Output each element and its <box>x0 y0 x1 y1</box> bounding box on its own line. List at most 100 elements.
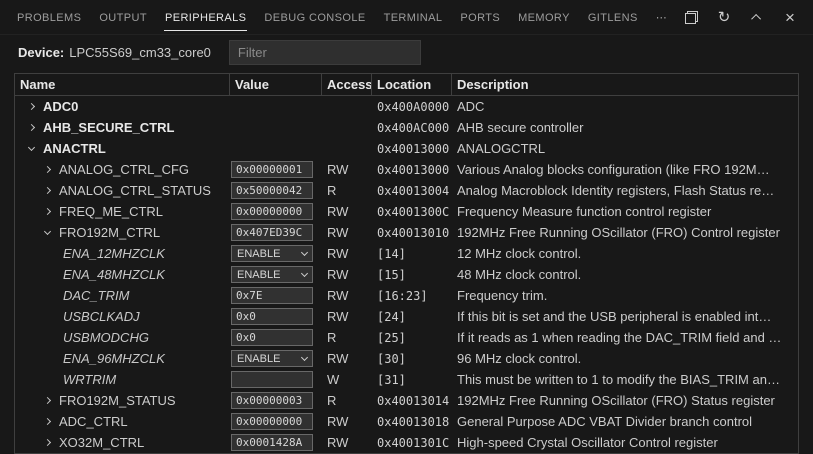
chevron-right-icon[interactable] <box>44 418 51 425</box>
field-name: WRTRIM <box>63 372 116 387</box>
value-input[interactable] <box>231 371 313 388</box>
name-cell: FRO192M_STATUS <box>15 390 229 411</box>
description-value: High-speed Crystal Oscillator Control re… <box>451 432 798 453</box>
register-name: FRO192M_CTRL <box>59 225 160 240</box>
maximize-panel-button[interactable] <box>748 8 766 26</box>
table-row[interactable]: USBMODCHGR[25]If it reads as 1 when read… <box>15 327 798 348</box>
tab-problems[interactable]: PROBLEMS <box>16 5 82 31</box>
value-cell <box>229 138 321 159</box>
location-value: [31] <box>371 369 451 390</box>
table-row[interactable]: WRTRIMW[31]This must be written to 1 to … <box>15 369 798 390</box>
name-cell: USBCLKADJ <box>15 306 229 327</box>
filter-input[interactable] <box>229 40 421 65</box>
value-select[interactable]: ENABLE <box>231 350 313 367</box>
column-header-value: Value <box>229 74 321 95</box>
value-cell <box>229 180 321 201</box>
register-name: ANACTRL <box>43 141 106 156</box>
value-cell: ENABLE <box>229 243 321 264</box>
value-input[interactable] <box>231 392 313 409</box>
access-value: R <box>321 390 371 411</box>
tab-debug-console[interactable]: DEBUG CONSOLE <box>263 5 366 31</box>
value-input[interactable] <box>231 329 313 346</box>
access-value <box>321 96 371 117</box>
location-value: 0x400AC000 <box>371 117 451 138</box>
register-name: ADC0 <box>43 99 78 114</box>
tab-memory[interactable]: MEMORY <box>517 5 571 31</box>
description-value: 12 MHz clock control. <box>451 243 798 264</box>
value-cell <box>229 117 321 138</box>
table-row[interactable]: XO32M_CTRLRW0x4001301CHigh-speed Crystal… <box>15 432 798 453</box>
value-input[interactable] <box>231 308 313 325</box>
chevron-right-icon[interactable] <box>44 166 51 173</box>
description-value: Frequency Measure function control regis… <box>451 201 798 222</box>
location-value: [25] <box>371 327 451 348</box>
table-row[interactable]: ENA_96MHZCLKENABLERW[30]96 MHz clock con… <box>15 348 798 369</box>
value-input[interactable] <box>231 434 313 451</box>
chevron-right-icon[interactable] <box>44 439 51 446</box>
location-value: 0x40013000 <box>371 159 451 180</box>
value-input[interactable] <box>231 182 313 199</box>
chevron-up-icon <box>751 13 761 23</box>
chevron-right-icon[interactable] <box>44 187 51 194</box>
chevron-down-icon[interactable] <box>44 227 51 234</box>
location-value: [16:23] <box>371 285 451 306</box>
table-row[interactable]: ANALOG_CTRL_STATUSR0x40013004Analog Macr… <box>15 180 798 201</box>
description-value: 96 MHz clock control. <box>451 348 798 369</box>
value-select[interactable]: ENABLE <box>231 245 313 262</box>
chevron-right-icon[interactable] <box>28 103 35 110</box>
register-name: FREQ_ME_CTRL <box>59 204 163 219</box>
value-cell <box>229 327 321 348</box>
location-value: [15] <box>371 264 451 285</box>
chevron-right-icon[interactable] <box>44 208 51 215</box>
table-row[interactable]: AHB_SECURE_CTRL0x400AC000AHB secure cont… <box>15 117 798 138</box>
tab-ports[interactable]: PORTS <box>459 5 501 31</box>
tab-more-views[interactable]: ⋯ <box>655 5 668 31</box>
value-input[interactable] <box>231 161 313 178</box>
value-input[interactable] <box>231 287 313 304</box>
tab-output[interactable]: OUTPUT <box>98 5 148 31</box>
description-value: This must be written to 1 to modify the … <box>451 369 798 390</box>
value-input[interactable] <box>231 203 313 220</box>
location-value: [30] <box>371 348 451 369</box>
table-row[interactable]: ENA_48MHZCLKENABLERW[15]48 MHz clock con… <box>15 264 798 285</box>
chevron-right-icon[interactable] <box>44 397 51 404</box>
value-input[interactable] <box>231 224 313 241</box>
field-name: ENA_12MHZCLK <box>63 246 165 261</box>
table-row[interactable]: ANALOG_CTRL_CFGRW0x40013000Various Analo… <box>15 159 798 180</box>
value-select-label: ENABLE <box>237 248 280 260</box>
value-cell <box>229 390 321 411</box>
register-name: XO32M_CTRL <box>59 435 144 450</box>
table-row[interactable]: ADC_CTRLRW0x40013018General Purpose ADC … <box>15 411 798 432</box>
table-row[interactable]: DAC_TRIMRW[16:23]Frequency trim. <box>15 285 798 306</box>
close-panel-button[interactable]: × <box>781 8 799 26</box>
chevron-down-icon[interactable] <box>28 143 35 150</box>
register-name: ANALOG_CTRL_STATUS <box>59 183 211 198</box>
value-input[interactable] <box>231 413 313 430</box>
value-cell: ENABLE <box>229 264 321 285</box>
table-row[interactable]: ENA_12MHZCLKENABLERW[14]12 MHz clock con… <box>15 243 798 264</box>
value-cell <box>229 432 321 453</box>
table-row[interactable]: FRO192M_CTRLRW0x40013010192MHz Free Runn… <box>15 222 798 243</box>
column-header-access: Access <box>321 74 371 95</box>
location-value: [24] <box>371 306 451 327</box>
field-name: ENA_96MHZCLK <box>63 351 165 366</box>
tab-gitlens[interactable]: GITLENS <box>587 5 639 31</box>
table-row[interactable]: FREQ_ME_CTRLRW0x4001300CFrequency Measur… <box>15 201 798 222</box>
value-cell <box>229 96 321 117</box>
access-value: RW <box>321 306 371 327</box>
split-panel-icon <box>685 11 698 24</box>
table-row[interactable]: FRO192M_STATUSR0x40013014192MHz Free Run… <box>15 390 798 411</box>
split-panel-button[interactable] <box>682 8 700 26</box>
chevron-down-icon <box>301 269 308 276</box>
value-select[interactable]: ENABLE <box>231 266 313 283</box>
tab-peripherals[interactable]: PERIPHERALS <box>164 5 247 31</box>
name-cell: XO32M_CTRL <box>15 432 229 453</box>
table-row[interactable]: ADC00x400A0000ADC <box>15 96 798 117</box>
table-row[interactable]: USBCLKADJRW[24]If this bit is set and th… <box>15 306 798 327</box>
chevron-right-icon[interactable] <box>28 124 35 131</box>
refresh-button[interactable]: ↻ <box>715 8 733 26</box>
description-value: Various Analog blocks configuration (lik… <box>451 159 798 180</box>
tab-terminal[interactable]: TERMINAL <box>383 5 444 31</box>
table-row[interactable]: ANACTRL0x40013000ANALOGCTRL <box>15 138 798 159</box>
device-bar: Device: LPC55S69_cm33_core0 <box>0 35 813 69</box>
